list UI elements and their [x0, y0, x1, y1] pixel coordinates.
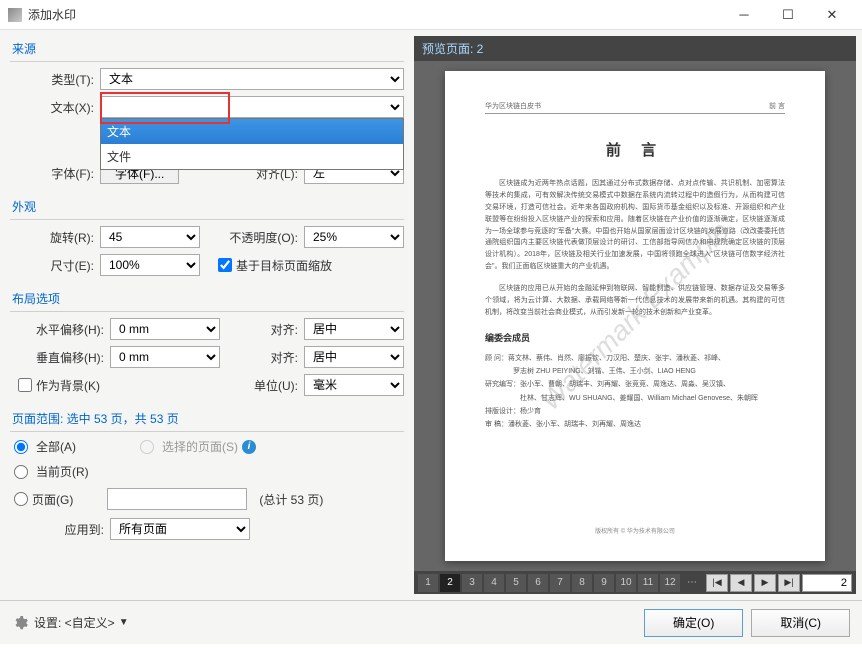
page-9[interactable]: 9 [594, 574, 614, 592]
radio-current[interactable]: 当前页(R) [14, 463, 404, 480]
window-title: 添加水印 [28, 6, 722, 23]
text-label: 文本(X): [10, 99, 100, 116]
opacity-label: 不透明度(O): [214, 229, 304, 246]
minimize-button[interactable]: ─ [722, 0, 766, 30]
radio-selected: 选择的页面(S) i [140, 438, 256, 455]
opacity-select[interactable]: 25% [304, 226, 404, 248]
nav-first[interactable]: |◀ [706, 574, 728, 592]
scale-checkbox[interactable] [218, 258, 232, 272]
pagerange-section-title: 页面范围: 选中 53 页，共 53 页 [10, 406, 404, 432]
page-6[interactable]: 6 [528, 574, 548, 592]
halign-label: 对齐: [262, 321, 304, 338]
settings-dropdown-icon[interactable]: ▼ [119, 617, 129, 628]
voffset-select[interactable]: 0 mm [110, 346, 220, 368]
page-input[interactable] [802, 574, 852, 592]
applyto-select[interactable]: 所有页面 [110, 518, 250, 540]
text-dropdown-list: 文本 文件 [100, 118, 404, 170]
info-icon: i [242, 440, 256, 454]
page-3[interactable]: 3 [462, 574, 482, 592]
nav-prev[interactable]: ◀ [730, 574, 752, 592]
rotate-label: 旋转(R): [10, 229, 100, 246]
appearance-section-title: 外观 [10, 194, 404, 220]
close-button[interactable]: ✕ [810, 0, 854, 30]
unit-label: 单位(U): [244, 377, 304, 394]
page-7[interactable]: 7 [550, 574, 570, 592]
nav-next[interactable]: ▶ [754, 574, 776, 592]
page-5[interactable]: 5 [506, 574, 526, 592]
page-4[interactable]: 4 [484, 574, 504, 592]
size-label: 尺寸(E): [10, 257, 100, 274]
radio-pages[interactable]: 页面(G) [14, 491, 73, 508]
page-more: ⋯ [682, 574, 702, 592]
page-1[interactable]: 1 [418, 574, 438, 592]
size-select[interactable]: 100% [100, 254, 200, 276]
voffset-label: 垂直偏移(H): [10, 349, 110, 366]
app-icon [8, 8, 22, 22]
preview-header: 预览页面: 2 [414, 36, 856, 61]
font-label: 字体(F): [10, 165, 100, 182]
ok-button[interactable]: 确定(O) [644, 609, 743, 637]
cancel-button[interactable]: 取消(C) [751, 609, 850, 637]
page-11[interactable]: 11 [638, 574, 658, 592]
page-12[interactable]: 12 [660, 574, 680, 592]
pages-total: (总计 53 页) [259, 491, 323, 508]
dropdown-option-file[interactable]: 文件 [101, 144, 403, 169]
page-2[interactable]: 2 [440, 574, 460, 592]
nav-last[interactable]: ▶| [778, 574, 800, 592]
background-checkbox-label: 作为背景(K) [36, 377, 100, 394]
settings-label[interactable]: 设置: <自定义> [34, 614, 115, 631]
scale-checkbox-label: 基于目标页面缩放 [236, 257, 332, 274]
unit-select[interactable]: 毫米 [304, 374, 404, 396]
gear-icon [12, 615, 28, 631]
maximize-button[interactable]: ☐ [766, 0, 810, 30]
type-select[interactable]: 文本 [100, 68, 404, 90]
page-10[interactable]: 10 [616, 574, 636, 592]
preview-area: 华为区块链白皮书 前 言 前 言 区块链成为近两年热点话题，因其通过分布式数据存… [414, 61, 856, 571]
radio-all[interactable]: 全部(A) [14, 438, 76, 455]
dropdown-option-text[interactable]: 文本 [101, 119, 403, 144]
source-section-title: 来源 [10, 36, 404, 62]
background-checkbox[interactable] [18, 378, 32, 392]
hoffset-label: 水平偏移(H): [10, 321, 110, 338]
rotate-select[interactable]: 45 [100, 226, 200, 248]
applyto-label: 应用到: [10, 521, 110, 538]
layout-section-title: 布局选项 [10, 286, 404, 312]
text-select[interactable] [100, 96, 404, 118]
preview-page: 华为区块链白皮书 前 言 前 言 区块链成为近两年热点话题，因其通过分布式数据存… [445, 71, 825, 561]
page-8[interactable]: 8 [572, 574, 592, 592]
hoffset-select[interactable]: 0 mm [110, 318, 220, 340]
type-label: 类型(T): [10, 71, 100, 88]
valign-select[interactable]: 居中 [304, 346, 404, 368]
page-navigator: 1 2 3 4 5 6 7 8 9 10 11 12 ⋯ |◀ ◀ ▶ ▶| [414, 571, 856, 594]
halign-select[interactable]: 居中 [304, 318, 404, 340]
valign-label: 对齐: [262, 349, 304, 366]
pages-input[interactable] [107, 488, 247, 510]
